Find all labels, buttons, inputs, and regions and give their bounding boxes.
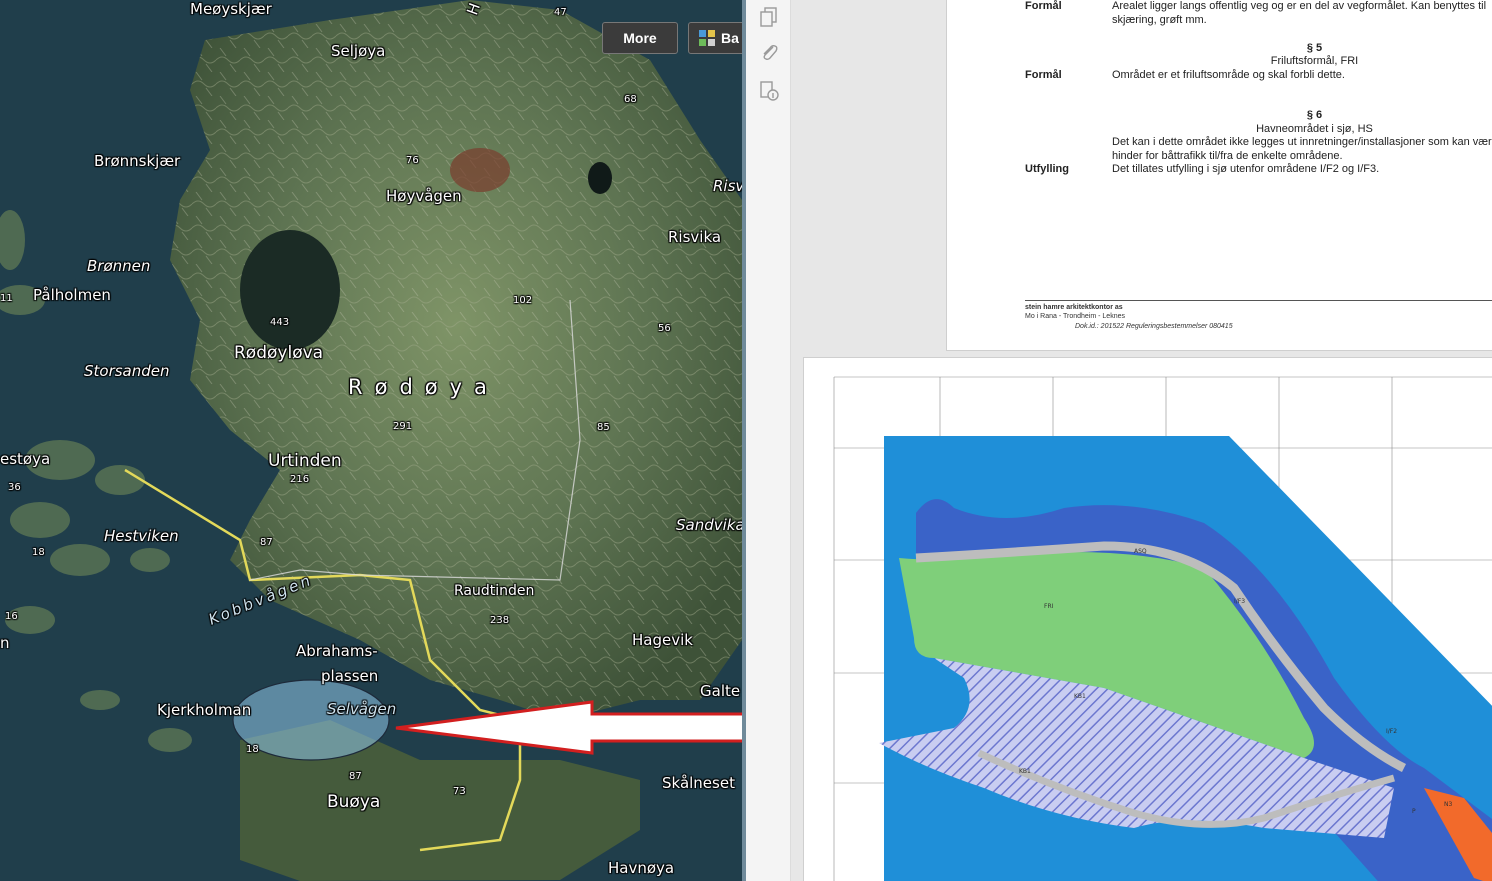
elev-291: 291 — [393, 421, 413, 432]
label-meoyskjaer: Meøyskjær — [190, 0, 272, 18]
text-utfylling: Det tillates utfylling i sjø utenfor omr… — [1112, 163, 1380, 175]
label-rodoya: Rødøya — [348, 375, 499, 399]
section6-title: Havneområdet i sjø, HS — [1256, 123, 1373, 135]
label-bronnskjaer: Brønnskjær — [94, 152, 181, 170]
plan-label-n3: N3 — [1444, 801, 1452, 808]
term-utfylling: Utfylling — [1025, 163, 1069, 175]
label-hagevik: Hagevik — [632, 631, 693, 649]
text-formal-1: Arealet ligger langs offentlig veg og er… — [1112, 0, 1487, 26]
term-formal-1: Formål — [1025, 0, 1062, 12]
label-hestviken: Hestviken — [104, 527, 179, 545]
pdf-page-text: Formål Arealet ligger langs offentlig ve… — [946, 0, 1492, 351]
basemap-label: Ba — [721, 30, 739, 46]
label-buoya: Buøya — [327, 792, 381, 812]
section6-number: § 6 — [1306, 109, 1323, 121]
label-hoyvagen: Høyvågen — [386, 187, 462, 205]
small-lake — [588, 162, 612, 194]
label-selvagen: Selvågen — [327, 700, 397, 718]
elev-443: 443 — [270, 317, 290, 328]
lake-dark — [240, 230, 340, 350]
label-estoya: estøya — [0, 450, 51, 468]
elev-56: 56 — [658, 323, 671, 334]
label-raudtinden: Raudtinden — [454, 583, 535, 599]
label-havnoya: Havnøya — [608, 859, 675, 877]
basemap-button[interactable]: Ba — [688, 22, 742, 54]
footer-rule — [1025, 300, 1492, 301]
more-button[interactable]: More — [602, 22, 678, 54]
footer-cities: Mo i Rana - Trondheim - Leknes — [1025, 313, 1125, 320]
plan-label-p: P — [1412, 808, 1416, 815]
elev-102: 102 — [513, 295, 533, 306]
plan-label-ifi2: I/F2 — [1386, 728, 1397, 735]
pdf-page-plan-map: FRI I/F3 I/F2 KB1 ASQ N3 P KB1 — [803, 357, 1492, 881]
basemap-grid-icon — [699, 30, 715, 46]
section5-number: § 5 — [1306, 42, 1323, 54]
attachment-icon[interactable] — [758, 42, 780, 64]
document-side-toolbar: ◀ — [746, 0, 802, 881]
pdf-viewer[interactable]: Formål Arealet ligger langs offentlig ve… — [791, 0, 1492, 881]
term-formal-2: Formål — [1025, 69, 1062, 81]
label-kjerkholman: Kjerkholman — [157, 701, 252, 719]
label-palholmen: Pålholmen — [33, 286, 111, 304]
label-risvika: Risvika — [668, 228, 722, 246]
label-risv: Risv — [713, 177, 742, 195]
label-sandvika: Sandvika — [676, 516, 742, 534]
elev-68: 68 — [624, 94, 637, 105]
footer-docid: Dok.id.: 201522 Reguleringsbestemmelser … — [1075, 323, 1233, 330]
section5-title: Friluftsformål, FRI — [1270, 55, 1359, 67]
elev-76: 76 — [406, 155, 419, 166]
pages-icon[interactable] — [758, 6, 780, 28]
label-n: n — [0, 634, 10, 652]
label-rodoyleva: Rødøyløva — [234, 343, 324, 363]
plan-label-asq: ASQ — [1134, 548, 1147, 555]
elev-16: 16 — [5, 611, 18, 622]
elev-47: 47 — [554, 7, 567, 18]
map-panel[interactable]: Meøyskjær H Seljøya Brønnskjær Høyvågen … — [0, 0, 742, 881]
label-skalneset: Skålneset — [662, 774, 735, 792]
plan-label-ifi3: I/F3 — [1234, 598, 1245, 605]
document-info-icon[interactable] — [758, 80, 780, 102]
elev-85: 85 — [597, 422, 610, 433]
elev-18b: 18 — [246, 744, 259, 755]
plan-label-kb1-road: KB1 — [1019, 768, 1031, 775]
text-formal-2: Området er et friluftsområde og skal for… — [1112, 69, 1345, 81]
label-plassen: plassen — [321, 667, 379, 685]
plan-label-kb1: KB1 — [1074, 693, 1086, 700]
label-seljoya: Seljøya — [331, 42, 386, 60]
elev-87a: 87 — [260, 537, 273, 548]
elev-238: 238 — [490, 615, 510, 626]
elev-18: 18 — [32, 547, 45, 558]
elev-216: 216 — [290, 474, 310, 485]
elev-11: 11 — [0, 293, 13, 304]
elev-87b: 87 — [349, 771, 362, 782]
plan-label-fri: FRI — [1044, 603, 1054, 610]
section6-body: Det kan i dette området ikke legges ut i… — [1112, 136, 1492, 162]
label-abrahams: Abrahams- — [296, 642, 378, 660]
elev-73: 73 — [453, 786, 466, 797]
label-galte: Galte — [700, 682, 741, 700]
label-bronnen: Brønnen — [87, 257, 151, 275]
satellite-map[interactable] — [0, 0, 742, 881]
footer-company: stein hamre arkitektkontor as — [1025, 304, 1123, 311]
elev-36: 36 — [8, 482, 21, 493]
label-storsanden: Storsanden — [84, 362, 170, 380]
red-bay — [450, 148, 510, 192]
label-urtinden: Urtinden — [268, 451, 342, 471]
zoning-plan: FRI I/F3 I/F2 KB1 ASQ N3 P KB1 — [833, 376, 1492, 881]
